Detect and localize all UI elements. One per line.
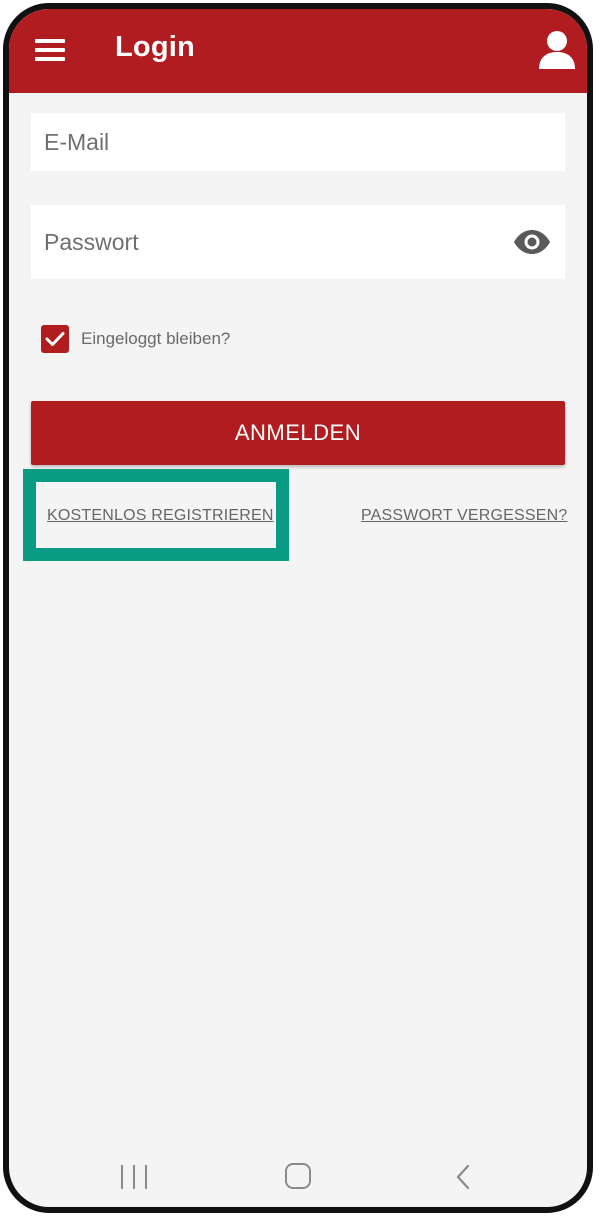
hamburger-menu-icon[interactable] (35, 39, 65, 61)
checkmark-icon (45, 332, 65, 346)
email-input[interactable] (31, 128, 565, 156)
page-title: Login (115, 31, 195, 63)
remember-me-label: Eingeloggt bleiben? (81, 329, 231, 348)
system-nav-bar (9, 1157, 587, 1197)
remember-me-checkbox[interactable] (41, 325, 69, 353)
phone-frame: Login Eingeloggt bleiben? ANMELDEN KOSTE… (3, 3, 593, 1213)
password-input[interactable] (31, 228, 565, 256)
email-field-container (31, 113, 565, 171)
home-icon[interactable] (285, 1163, 311, 1189)
eye-icon[interactable] (513, 229, 551, 255)
back-icon[interactable] (453, 1163, 473, 1191)
forgot-password-link[interactable]: PASSWORT VERGESSEN? (361, 507, 568, 525)
user-profile-icon[interactable] (537, 29, 577, 71)
recents-icon[interactable] (121, 1165, 147, 1189)
login-button[interactable]: ANMELDEN (31, 401, 565, 465)
app-bar: Login (9, 9, 587, 93)
register-link[interactable]: KOSTENLOS REGISTRIEREN (47, 507, 274, 525)
remember-me-row: Eingeloggt bleiben? (41, 325, 230, 353)
password-field-container (31, 205, 565, 279)
